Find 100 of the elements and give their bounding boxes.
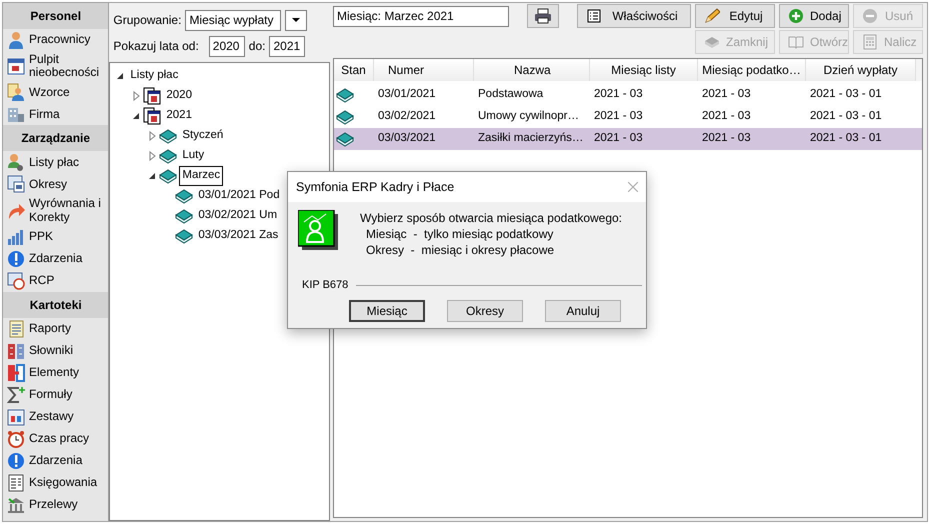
sidebar-item[interactable]: Okresy: [3, 173, 108, 196]
sidebar-item[interactable]: RCP: [3, 270, 108, 292]
print-button[interactable]: [527, 4, 559, 28]
month-field[interactable]: Miesiąc: Marzec 2021: [333, 6, 509, 26]
column-header[interactable]: Dzień wypłaty: [806, 59, 916, 81]
section-header[interactable]: Kartoteki: [3, 292, 108, 318]
tree-item[interactable]: Styczeń: [179, 126, 226, 146]
book-icon: [159, 127, 178, 145]
sidebar-item[interactable]: Pulpit nieobecności: [3, 51, 108, 82]
sidebar-item[interactable]: Raporty: [3, 318, 108, 340]
sidebar-item[interactable]: Księgowania: [3, 472, 108, 494]
printer-icon: [534, 8, 552, 24]
sidebar-item[interactable]: Słowniki: [3, 340, 108, 362]
book-icon: [336, 130, 354, 148]
tree-item[interactable]: Luty: [179, 146, 208, 166]
toolbar-button[interactable]: Właściwości: [577, 4, 691, 28]
table-row[interactable]: 03/02/2021 Umowy cywilnopr… 2021 - 03 2021 - 03 2021 - 03 - 01: [334, 106, 922, 128]
tree-item[interactable]: Listy płac: [127, 66, 182, 86]
exclamation-icon: [7, 250, 25, 268]
expanded-arrow-icon[interactable]: [147, 171, 158, 181]
collapsed-arrow-icon[interactable]: [147, 151, 158, 161]
plus-icon: [788, 8, 804, 24]
table-cell-text: Zasiłki macierzyńs…: [477, 131, 584, 146]
app-logo-icon: [298, 210, 338, 250]
field-label: Pokazuj lata od:: [113, 38, 199, 55]
building-icon: [7, 105, 25, 124]
column-header[interactable]: Miesiąc listy: [590, 59, 698, 81]
grouping-dropdown[interactable]: Miesiąc wypłaty: [185, 10, 282, 30]
table-cell-text: 2021 - 03 - 01: [809, 109, 883, 124]
column-header[interactable]: Nazwa: [474, 59, 590, 81]
message-text: Miesiąc - tylko miesiąc podatkowy: [365, 226, 554, 242]
sidebar-item[interactable]: Listy płac: [3, 151, 108, 174]
sidebar-item[interactable]: Przelewy: [3, 494, 108, 516]
book-icon: [159, 147, 178, 165]
book-icon: [704, 34, 720, 50]
table-cell-text: 2021 - 03: [701, 131, 752, 146]
dropdown-arrow-icon[interactable]: [292, 18, 300, 22]
sidebar-item[interactable]: Elementy: [3, 362, 108, 384]
sidebar-item[interactable]: Zdarzenia: [3, 248, 108, 270]
window-icon: [7, 408, 25, 426]
column-header[interactable]: Numer: [374, 59, 474, 81]
toolbar-button[interactable]: Edytuj: [695, 4, 775, 28]
section-header[interactable]: Zarządzanie: [3, 125, 108, 152]
column-header[interactable]: Stan: [334, 59, 374, 81]
open-book-icon: [788, 34, 804, 50]
expanded-arrow-icon[interactable]: [131, 111, 142, 121]
year-field[interactable]: 2021: [269, 36, 306, 56]
dialog-button[interactable]: Anuluj: [545, 300, 621, 322]
bar-chart-icon: [7, 228, 25, 246]
calendar-icon: [143, 87, 162, 105]
sigma-icon: [7, 386, 25, 404]
calendar-icon: [7, 57, 25, 76]
sidebar-item[interactable]: Zdarzenia: [3, 450, 108, 472]
table-cell-text: 2021 - 03 - 01: [809, 131, 883, 146]
pencil-icon: [704, 8, 720, 24]
section-header[interactable]: Personel: [3, 3, 108, 29]
table-cell-text: 2021 - 03: [593, 131, 644, 146]
expanded-arrow-icon[interactable]: [115, 71, 126, 81]
table-cell-text: 2021 - 03: [593, 109, 644, 124]
book-icon: [336, 86, 354, 104]
column-header[interactable]: Miesiąc podatko…: [698, 59, 806, 81]
minus-icon: [862, 8, 878, 24]
dialog-title: Symfonia ERP Kadry i Płace: [296, 178, 454, 196]
year-field[interactable]: 2020: [208, 36, 245, 56]
table-cell-text: 03/03/2021: [377, 131, 437, 146]
bank-icon: [7, 496, 25, 514]
sidebar-item[interactable]: Zestawy: [3, 406, 108, 428]
person-icon: [7, 31, 25, 49]
collapsed-arrow-icon[interactable]: [147, 131, 158, 141]
people-icon: [7, 153, 25, 172]
table-cell-text: 03/01/2021: [377, 87, 437, 102]
people-icon: [7, 83, 25, 102]
sidebar-item[interactable]: Pracownicy: [3, 29, 108, 51]
table-cell-text: 2021 - 03 - 01: [809, 87, 883, 102]
tree-item[interactable]: 03/02/2021 Um: [195, 206, 280, 226]
field-label: Grupowanie:: [113, 12, 182, 29]
table-cell-text: Podstawowa: [477, 87, 544, 102]
tree-item[interactable]: 03/01/2021 Pod: [195, 186, 283, 206]
sidebar-item[interactable]: PPK: [3, 226, 108, 248]
tree-item[interactable]: 03/03/2021 Zas: [195, 226, 282, 246]
document-icon: [7, 320, 25, 338]
dialog-button[interactable]: Okresy: [447, 300, 523, 322]
sidebar-item[interactable]: Wyrównania i Korekty: [3, 195, 108, 226]
book-icon: [159, 167, 178, 185]
table-cell-text: 2021 - 03: [593, 87, 644, 102]
sidebar-item[interactable]: Czas pracy: [3, 428, 108, 450]
toolbar-button[interactable]: Dodaj: [779, 4, 849, 28]
elements-icon: [7, 364, 25, 382]
dialog-button[interactable]: Miesiąc: [349, 300, 425, 322]
message-code: KIP B678: [302, 278, 348, 293]
tree-item[interactable]: 2021: [163, 106, 195, 126]
sidebar-item[interactable]: Formuły: [3, 384, 108, 406]
table-row[interactable]: 03/01/2021 Podstawowa 2021 - 03 2021 - 03 2021 - 03 - 01: [334, 84, 922, 106]
sidebar-item[interactable]: Wzorce: [3, 81, 108, 104]
tree-item[interactable]: 2020: [163, 86, 195, 106]
table-row[interactable]: 03/03/2021 Zasiłki macierzyńs… 2021 - 03 2021 - 03 2021 - 03 - 01: [334, 128, 922, 150]
calculator-icon: [862, 34, 878, 50]
tree-item[interactable]: Marzec: [179, 166, 224, 186]
collapsed-arrow-icon[interactable]: [131, 91, 142, 101]
sidebar-item[interactable]: Firma: [3, 103, 108, 126]
